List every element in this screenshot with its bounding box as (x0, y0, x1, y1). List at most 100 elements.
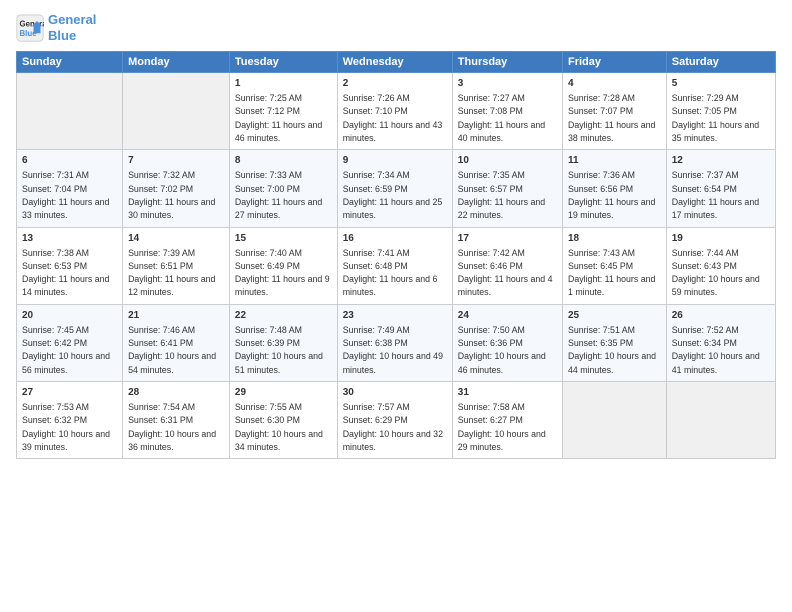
day-info: Sunrise: 7:33 AMSunset: 7:00 PMDaylight:… (235, 170, 322, 220)
day-info: Sunrise: 7:42 AMSunset: 6:46 PMDaylight:… (458, 248, 553, 298)
day-info: Sunrise: 7:26 AMSunset: 7:10 PMDaylight:… (343, 93, 443, 143)
calendar-cell: 11Sunrise: 7:36 AMSunset: 6:56 PMDayligh… (563, 150, 667, 227)
calendar-cell: 15 Sunrise: 7:40 AMSunset: 6:49 PMDayligh… (229, 227, 337, 304)
day-info: Sunrise: 7:27 AMSunset: 7:08 PMDaylight:… (458, 93, 545, 143)
day-number: 25 (568, 309, 661, 323)
day-info: Sunrise: 7:39 AMSunset: 6:51 PMDaylight:… (128, 248, 215, 298)
calendar-cell: 9 Sunrise: 7:34 AMSunset: 6:59 PMDaylight… (337, 150, 452, 227)
page: General Blue GeneralBlue SundayMondayTue… (0, 0, 792, 612)
calendar-cell: 8 Sunrise: 7:33 AMSunset: 7:00 PMDaylight… (229, 150, 337, 227)
calendar-cell: 12 Sunrise: 7:37 AMSunset: 6:54 PMDayligh… (666, 150, 775, 227)
day-of-week-header: Thursday (452, 52, 562, 73)
day-info: Sunrise: 7:35 AMSunset: 6:57 PMDaylight:… (458, 170, 545, 220)
day-info: Sunrise: 7:55 AMSunset: 6:30 PMDaylight:… (235, 402, 323, 452)
day-number: 7 (128, 154, 224, 168)
calendar-cell: 30 Sunrise: 7:57 AMSunset: 6:29 PMDayligh… (337, 381, 452, 458)
calendar-cell: 26 Sunrise: 7:52 AMSunset: 6:34 PMDayligh… (666, 304, 775, 381)
calendar-cell: 3Sunrise: 7:27 AMSunset: 7:08 PMDaylight… (452, 73, 562, 150)
calendar-cell (563, 381, 667, 458)
day-of-week-header: Friday (563, 52, 667, 73)
day-info: Sunrise: 7:32 AMSunset: 7:02 PMDaylight:… (128, 170, 215, 220)
calendar-cell: 18Sunrise: 7:43 AMSunset: 6:45 PMDayligh… (563, 227, 667, 304)
day-of-week-header: Saturday (666, 52, 775, 73)
calendar-header: SundayMondayTuesdayWednesdayThursdayFrid… (17, 52, 776, 73)
calendar-cell: 2 Sunrise: 7:26 AMSunset: 7:10 PMDaylight… (337, 73, 452, 150)
calendar-cell: 4Sunrise: 7:28 AMSunset: 7:07 PMDaylight… (563, 73, 667, 150)
day-number: 28 (128, 386, 224, 400)
calendar-cell: 17 Sunrise: 7:42 AMSunset: 6:46 PMDayligh… (452, 227, 562, 304)
day-number: 12 (672, 154, 770, 168)
calendar-week-row: 6Sunrise: 7:31 AMSunset: 7:04 PMDaylight… (17, 150, 776, 227)
day-info: Sunrise: 7:36 AMSunset: 6:56 PMDaylight:… (568, 170, 655, 220)
day-number: 9 (343, 154, 447, 168)
calendar-cell: 19 Sunrise: 7:44 AMSunset: 6:43 PMDayligh… (666, 227, 775, 304)
day-of-week-header: Tuesday (229, 52, 337, 73)
day-number: 1 (235, 77, 332, 91)
calendar-cell: 31Sunrise: 7:58 AMSunset: 6:27 PMDayligh… (452, 381, 562, 458)
day-number: 22 (235, 309, 332, 323)
day-info: Sunrise: 7:50 AMSunset: 6:36 PMDaylight:… (458, 325, 546, 375)
calendar-cell: 14 Sunrise: 7:39 AMSunset: 6:51 PMDayligh… (123, 227, 230, 304)
calendar-cell (666, 381, 775, 458)
calendar-week-row: 1Sunrise: 7:25 AMSunset: 7:12 PMDaylight… (17, 73, 776, 150)
calendar-cell: 29 Sunrise: 7:55 AMSunset: 6:30 PMDayligh… (229, 381, 337, 458)
day-number: 2 (343, 77, 447, 91)
calendar-week-row: 13 Sunrise: 7:38 AMSunset: 6:53 PMDayligh… (17, 227, 776, 304)
calendar-cell (123, 73, 230, 150)
day-info: Sunrise: 7:37 AMSunset: 6:54 PMDaylight:… (672, 170, 759, 220)
day-number: 29 (235, 386, 332, 400)
calendar-week-row: 20Sunrise: 7:45 AMSunset: 6:42 PMDayligh… (17, 304, 776, 381)
day-info: Sunrise: 7:51 AMSunset: 6:35 PMDaylight:… (568, 325, 656, 375)
day-number: 19 (672, 232, 770, 246)
day-number: 26 (672, 309, 770, 323)
day-info: Sunrise: 7:43 AMSunset: 6:45 PMDaylight:… (568, 248, 655, 298)
calendar-cell: 27 Sunrise: 7:53 AMSunset: 6:32 PMDayligh… (17, 381, 123, 458)
day-number: 14 (128, 232, 224, 246)
calendar-cell: 23 Sunrise: 7:49 AMSunset: 6:38 PMDayligh… (337, 304, 452, 381)
day-info: Sunrise: 7:53 AMSunset: 6:32 PMDaylight:… (22, 402, 110, 452)
day-info: Sunrise: 7:38 AMSunset: 6:53 PMDaylight:… (22, 248, 109, 298)
day-number: 5 (672, 77, 770, 91)
day-number: 13 (22, 232, 117, 246)
day-info: Sunrise: 7:49 AMSunset: 6:38 PMDaylight:… (343, 325, 443, 375)
calendar-table: SundayMondayTuesdayWednesdayThursdayFrid… (16, 51, 776, 459)
header: General Blue GeneralBlue (16, 12, 776, 43)
calendar-cell: 25 Sunrise: 7:51 AMSunset: 6:35 PMDayligh… (563, 304, 667, 381)
day-info: Sunrise: 7:29 AMSunset: 7:05 PMDaylight:… (672, 93, 759, 143)
day-number: 20 (22, 309, 117, 323)
calendar-cell: 21Sunrise: 7:46 AMSunset: 6:41 PMDayligh… (123, 304, 230, 381)
day-of-week-header: Sunday (17, 52, 123, 73)
calendar-cell: 24 Sunrise: 7:50 AMSunset: 6:36 PMDayligh… (452, 304, 562, 381)
calendar-cell: 20Sunrise: 7:45 AMSunset: 6:42 PMDayligh… (17, 304, 123, 381)
day-number: 17 (458, 232, 557, 246)
day-info: Sunrise: 7:57 AMSunset: 6:29 PMDaylight:… (343, 402, 443, 452)
day-of-week-header: Wednesday (337, 52, 452, 73)
day-of-week-header: Monday (123, 52, 230, 73)
logo-wordmark: GeneralBlue (48, 12, 96, 43)
calendar-cell: 6Sunrise: 7:31 AMSunset: 7:04 PMDaylight… (17, 150, 123, 227)
day-info: Sunrise: 7:54 AMSunset: 6:31 PMDaylight:… (128, 402, 216, 452)
day-info: Sunrise: 7:58 AMSunset: 6:27 PMDaylight:… (458, 402, 546, 452)
day-number: 27 (22, 386, 117, 400)
calendar-cell: 10Sunrise: 7:35 AMSunset: 6:57 PMDayligh… (452, 150, 562, 227)
day-info: Sunrise: 7:40 AMSunset: 6:49 PMDaylight:… (235, 248, 330, 298)
day-number: 8 (235, 154, 332, 168)
calendar-week-row: 27 Sunrise: 7:53 AMSunset: 6:32 PMDayligh… (17, 381, 776, 458)
calendar-cell: 13 Sunrise: 7:38 AMSunset: 6:53 PMDayligh… (17, 227, 123, 304)
logo: General Blue GeneralBlue (16, 12, 96, 43)
calendar-cell: 7 Sunrise: 7:32 AMSunset: 7:02 PMDaylight… (123, 150, 230, 227)
calendar-cell: 16Sunrise: 7:41 AMSunset: 6:48 PMDayligh… (337, 227, 452, 304)
header-row: SundayMondayTuesdayWednesdayThursdayFrid… (17, 52, 776, 73)
day-info: Sunrise: 7:44 AMSunset: 6:43 PMDaylight:… (672, 248, 760, 298)
day-number: 16 (343, 232, 447, 246)
day-number: 24 (458, 309, 557, 323)
day-info: Sunrise: 7:34 AMSunset: 6:59 PMDaylight:… (343, 170, 443, 220)
day-number: 23 (343, 309, 447, 323)
day-number: 30 (343, 386, 447, 400)
day-info: Sunrise: 7:31 AMSunset: 7:04 PMDaylight:… (22, 170, 109, 220)
calendar-cell: 1Sunrise: 7:25 AMSunset: 7:12 PMDaylight… (229, 73, 337, 150)
day-number: 21 (128, 309, 224, 323)
day-number: 15 (235, 232, 332, 246)
calendar-cell: 22Sunrise: 7:48 AMSunset: 6:39 PMDayligh… (229, 304, 337, 381)
day-info: Sunrise: 7:52 AMSunset: 6:34 PMDaylight:… (672, 325, 760, 375)
